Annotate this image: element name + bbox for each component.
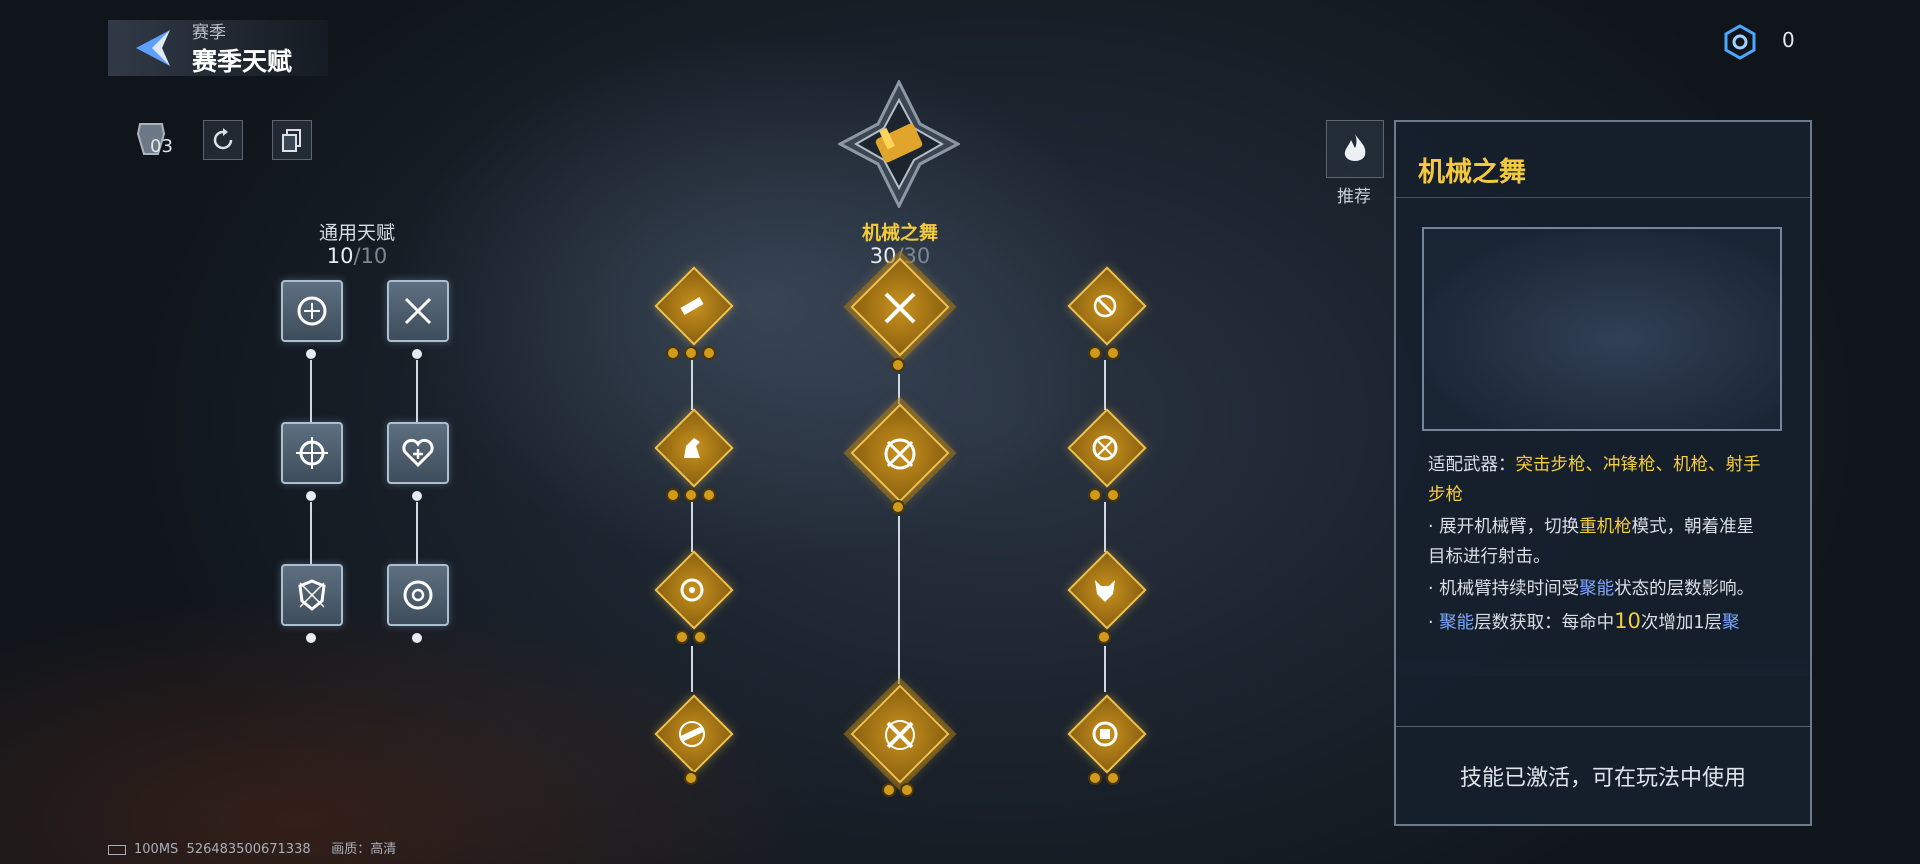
divider (1396, 197, 1810, 198)
connector-line (898, 516, 900, 684)
back-arrow-icon[interactable] (130, 26, 174, 70)
rifle-icon (679, 721, 705, 747)
desc-line: · 展开机械臂，切换重机枪模式，朝着准星目标进行射击。 (1428, 517, 1755, 567)
talent-point-count: 03 (150, 136, 173, 157)
x-blade-icon (885, 720, 915, 750)
general-talent-node[interactable] (387, 564, 449, 626)
connector-line (691, 360, 693, 410)
level-pip (412, 491, 422, 501)
quality-text: 画质：高清 (331, 842, 397, 857)
arrow-strike-icon (1093, 294, 1117, 318)
general-talent-node[interactable] (281, 564, 343, 626)
level-pip (1108, 773, 1118, 783)
divider (1396, 726, 1810, 727)
level-pip (412, 349, 422, 359)
desc-line: · 机械臂持续时间受聚能状态的层数影响。 (1428, 579, 1755, 599)
weapons-line: 适配武器：突击步枪、冲锋枪、机枪、射手步枪 (1428, 450, 1768, 510)
connector-line (898, 374, 900, 404)
level-pip (412, 633, 422, 643)
level-pip (893, 502, 903, 512)
copy-icon (282, 129, 301, 152)
skill-status-text: 技能已激活，可在玩法中使用 (1459, 766, 1746, 791)
level-pip (306, 491, 316, 501)
level-pip (306, 633, 316, 643)
connector-line (1104, 360, 1106, 410)
level-pip (1090, 490, 1100, 500)
uid-text: 526483500671338 (186, 842, 311, 857)
level-pip (695, 632, 705, 642)
shield-fist-icon (298, 579, 326, 611)
level-pip (686, 490, 696, 500)
general-talent-node[interactable] (387, 422, 449, 484)
level-pip (686, 773, 696, 783)
level-pip (704, 490, 714, 500)
level-pip (668, 490, 678, 500)
spec-emblem-icon (838, 80, 960, 208)
general-progress-total: /10 (353, 244, 388, 268)
level-pip (306, 349, 316, 359)
connector-line (310, 360, 312, 422)
horse-icon (684, 438, 700, 458)
spin-icon (297, 296, 327, 326)
general-talent-title: 通用天赋 (318, 222, 395, 244)
page-title: 赛季天赋 (192, 47, 293, 76)
general-progress-current: 10 (326, 244, 354, 268)
connector-line (691, 502, 693, 552)
copy-button[interactable] (272, 120, 312, 160)
latency-text: 100MS (134, 842, 179, 857)
level-pip (668, 348, 678, 358)
reset-button[interactable] (203, 120, 243, 160)
recommend-button[interactable] (1326, 120, 1384, 178)
battery-icon (108, 844, 126, 855)
fire-icon (1344, 134, 1366, 161)
scroll-fade (1396, 650, 1810, 676)
general-talent-node[interactable] (281, 422, 343, 484)
connector-line (691, 646, 693, 692)
recommend-label: 推荐 (1337, 187, 1371, 207)
currency-icon (1724, 24, 1756, 60)
level-pip (1108, 490, 1118, 500)
reset-icon (213, 128, 233, 150)
general-talent-node[interactable] (387, 280, 449, 342)
detail-title: 机械之舞 (1418, 157, 1526, 188)
level-pip (893, 360, 903, 370)
connector-line (416, 502, 418, 564)
header-subtitle: 赛季 (192, 23, 226, 43)
footer-info: 100MS 526483500671338 画质：高清 (108, 838, 396, 857)
connector-line (1104, 646, 1106, 692)
mech-target-icon (1092, 435, 1118, 461)
connector-line (1104, 502, 1106, 552)
blades-icon (884, 292, 916, 324)
level-pip (1090, 773, 1100, 783)
currency-value: 0 (1782, 28, 1795, 52)
level-pip (884, 785, 894, 795)
target-icon (403, 580, 433, 610)
level-pip (677, 632, 687, 642)
drone-icon (1092, 721, 1118, 747)
crosshair-icon (296, 437, 328, 469)
level-pip (1099, 632, 1109, 642)
spec-talent-title: 机械之舞 (861, 222, 938, 244)
skill-preview-video[interactable] (1422, 227, 1782, 431)
crossed-arrows-icon (404, 297, 432, 325)
connector-line (310, 502, 312, 564)
skill-description: 适配武器：突击步枪、冲锋枪、机枪、射手步枪 · 展开机械臂，切换重机枪模式，朝着… (1428, 450, 1768, 640)
general-talent-node[interactable] (281, 280, 343, 342)
level-pip (902, 785, 912, 795)
level-pip (704, 348, 714, 358)
beast-icon (1095, 580, 1115, 602)
level-pip (686, 348, 696, 358)
gun-icon (680, 297, 704, 315)
connector-line (416, 360, 418, 422)
heart-plus-icon (402, 438, 434, 468)
reel-icon (680, 578, 704, 602)
level-pip (1090, 348, 1100, 358)
general-talent-progress: 10/10 (297, 244, 417, 268)
weapons-prefix: 适配武器： (1428, 455, 1516, 475)
desc-line: · 聚能层数获取：每命中10次增加1层聚 (1428, 609, 1740, 633)
mech-crosshair-icon (884, 438, 916, 470)
level-pip (1108, 348, 1118, 358)
